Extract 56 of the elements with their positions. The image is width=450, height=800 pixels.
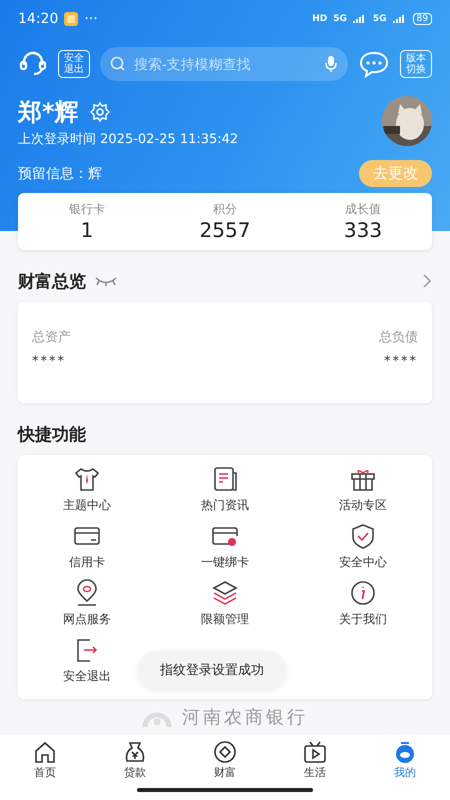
message-icon[interactable] xyxy=(358,50,390,78)
quick-function[interactable]: 信用卡 xyxy=(18,520,156,573)
section-title: 快捷功能 xyxy=(18,424,86,446)
user-name: 郑*辉 xyxy=(18,97,79,128)
settings-icon[interactable] xyxy=(88,101,111,123)
nav-tab[interactable]: 首页 xyxy=(0,734,90,786)
quick-function[interactable]: 热门资讯 xyxy=(156,463,294,516)
signal-icon xyxy=(352,14,367,24)
chevron-right-icon[interactable] xyxy=(422,273,432,289)
quick-function[interactable]: 关于我们 xyxy=(294,577,432,630)
reserved-info: 预留信息：辉 xyxy=(18,164,102,182)
stat-label: 银行卡 xyxy=(69,201,105,218)
logout-button[interactable]: 安全退出 xyxy=(58,50,90,78)
wealth-tab-icon xyxy=(212,740,238,764)
signal-icon xyxy=(392,14,407,24)
stat-label: 积分 xyxy=(213,201,237,218)
microphone-icon[interactable] xyxy=(324,55,338,73)
bank-name: 河南农商银行 xyxy=(182,706,308,729)
network-type: 5G xyxy=(372,14,387,24)
quick-function[interactable]: 网点服务 xyxy=(18,577,156,630)
total-debt-label: 总负债 xyxy=(379,329,418,346)
network-type: 5G xyxy=(333,14,347,24)
home-tab-icon xyxy=(32,740,58,764)
search-icon xyxy=(110,56,126,72)
life-tab-icon xyxy=(302,740,328,764)
nav-tab[interactable]: 贷款 xyxy=(90,734,180,786)
hd-indicator: HD xyxy=(312,14,328,24)
search-bar[interactable]: 搜索-支持模糊查找 xyxy=(100,47,348,81)
status-time: 14:20 xyxy=(18,11,58,27)
search-field[interactable]: 搜索-支持模糊查找 xyxy=(132,55,318,73)
layers-icon xyxy=(210,579,240,607)
gallery-notification-icon xyxy=(64,12,78,26)
stat-label: 成长值 xyxy=(345,201,381,218)
toast-message: 指纹登录设置成功 xyxy=(138,651,286,689)
total-debt-value: **** xyxy=(384,354,418,369)
total-assets-value: **** xyxy=(32,354,66,369)
last-login-time: 上次登录时间 2025-02-25 11:35:42 xyxy=(18,131,240,148)
battery-level: 89 xyxy=(412,13,432,25)
info-icon xyxy=(348,579,378,607)
stat-value[interactable]: 333 xyxy=(344,218,382,242)
total-assets-label: 总资产 xyxy=(32,329,71,346)
shirt-icon xyxy=(72,465,102,493)
quick-function[interactable]: 主题中心 xyxy=(18,463,156,516)
quick-function[interactable]: 活动专区 xyxy=(294,463,432,516)
quick-function[interactable]: 限额管理 xyxy=(156,577,294,630)
nav-tab[interactable]: 我的 xyxy=(360,734,450,786)
nav-tab[interactable]: 生活 xyxy=(270,734,360,786)
section-title: 财富总览 xyxy=(18,270,86,292)
quick-function[interactable]: 安全中心 xyxy=(294,520,432,573)
closed-eye-icon[interactable] xyxy=(94,275,118,287)
more-notifications: ··· xyxy=(84,11,98,27)
quick-function[interactable]: 一键绑卡 xyxy=(156,520,294,573)
stat-value[interactable]: 1 xyxy=(80,218,94,242)
stat-value[interactable]: 2557 xyxy=(200,218,250,242)
nav-tab[interactable]: 财富 xyxy=(180,734,270,786)
customer-service-icon[interactable] xyxy=(18,50,48,78)
